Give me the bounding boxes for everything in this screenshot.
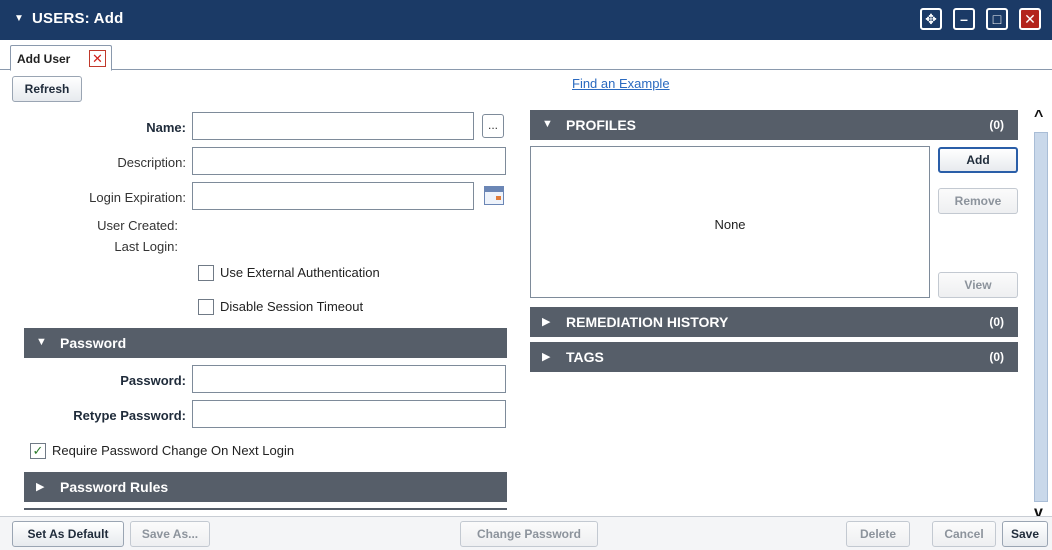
save-button[interactable]: Save bbox=[1002, 521, 1048, 547]
disable-session-timeout-checkbox[interactable] bbox=[198, 299, 214, 315]
window-titlebar: ▼ USERS: Add ✥ – □ ✕ bbox=[0, 0, 1052, 40]
section-count: (0) bbox=[989, 315, 1004, 329]
last-login-label: Last Login: bbox=[114, 239, 178, 254]
password-label: Password: bbox=[120, 373, 186, 388]
expand-arrow-icon: ▶ bbox=[542, 316, 551, 328]
section-title: Password Rules bbox=[60, 479, 169, 495]
delete-button[interactable]: Delete bbox=[846, 521, 910, 547]
tab-add-user[interactable]: Add User ✕ bbox=[10, 45, 112, 71]
section-count: (0) bbox=[989, 118, 1004, 132]
add-profile-button[interactable]: Add bbox=[938, 147, 1018, 173]
profiles-list[interactable]: None bbox=[530, 146, 930, 298]
require-password-change-checkbox[interactable]: ✓ bbox=[30, 443, 46, 459]
section-title: TAGS bbox=[566, 349, 604, 365]
retype-password-field[interactable] bbox=[192, 400, 506, 428]
set-as-default-button[interactable]: Set As Default bbox=[12, 521, 124, 547]
window-title: USERS: Add bbox=[32, 10, 124, 27]
name-field[interactable] bbox=[192, 112, 474, 140]
section-title: Password bbox=[60, 335, 127, 351]
name-label: Name: bbox=[146, 120, 186, 135]
section-divider bbox=[24, 508, 507, 510]
collapse-arrow-icon[interactable]: ▼ bbox=[14, 13, 24, 24]
password-rules-section-header[interactable]: ▶ Password Rules bbox=[24, 472, 507, 502]
save-as-button[interactable]: Save As... bbox=[130, 521, 210, 547]
user-created-label: User Created: bbox=[97, 218, 178, 233]
maximize-button[interactable]: □ bbox=[986, 8, 1008, 30]
remediation-history-section-header[interactable]: ▶ REMEDIATION HISTORY (0) bbox=[530, 307, 1018, 337]
scroll-thumb[interactable] bbox=[1034, 132, 1048, 502]
expand-arrow-icon: ▼ bbox=[36, 336, 47, 348]
profiles-empty-text: None bbox=[714, 217, 746, 232]
remove-profile-button[interactable]: Remove bbox=[938, 188, 1018, 214]
require-password-change-label: Require Password Change On Next Login bbox=[52, 443, 295, 458]
minimize-button[interactable]: – bbox=[953, 8, 975, 30]
section-title: PROFILES bbox=[566, 117, 637, 133]
section-title: REMEDIATION HISTORY bbox=[566, 314, 729, 330]
scroll-up-icon[interactable]: ^ bbox=[1034, 108, 1043, 126]
browse-button[interactable]: ... bbox=[482, 114, 504, 138]
cancel-button[interactable]: Cancel bbox=[932, 521, 996, 547]
description-field[interactable] bbox=[192, 147, 506, 175]
vertical-scrollbar[interactable]: ^ v bbox=[1030, 108, 1052, 526]
disable-session-timeout-label: Disable Session Timeout bbox=[220, 299, 364, 314]
tags-section-header[interactable]: ▶ TAGS (0) bbox=[530, 342, 1018, 372]
section-count: (0) bbox=[989, 350, 1004, 364]
find-example-link[interactable]: Find an Example bbox=[572, 76, 670, 91]
use-external-auth-label: Use External Authentication bbox=[220, 265, 380, 280]
expand-arrow-icon: ▶ bbox=[542, 351, 551, 363]
password-field[interactable] bbox=[192, 365, 506, 393]
tab-label: Add User bbox=[17, 52, 71, 66]
move-icon[interactable]: ✥ bbox=[920, 8, 942, 30]
expand-arrow-icon: ▼ bbox=[542, 118, 553, 130]
login-expiration-field[interactable] bbox=[192, 182, 474, 210]
view-profile-button[interactable]: View bbox=[938, 272, 1018, 298]
use-external-auth-checkbox[interactable] bbox=[198, 265, 214, 281]
close-window-button[interactable]: ✕ bbox=[1019, 8, 1041, 30]
login-expiration-label: Login Expiration: bbox=[89, 190, 186, 205]
description-label: Description: bbox=[117, 155, 186, 170]
tab-strip: Add User ✕ bbox=[0, 40, 1052, 71]
expand-arrow-icon: ▶ bbox=[36, 481, 45, 493]
retype-password-label: Retype Password: bbox=[73, 408, 186, 423]
password-section-header[interactable]: ▼ Password bbox=[24, 328, 507, 358]
calendar-icon[interactable] bbox=[484, 186, 504, 205]
refresh-button[interactable]: Refresh bbox=[12, 76, 82, 102]
change-password-button[interactable]: Change Password bbox=[460, 521, 598, 547]
tab-close-icon[interactable]: ✕ bbox=[89, 50, 106, 67]
profiles-section-header[interactable]: ▼ PROFILES (0) bbox=[530, 110, 1018, 140]
